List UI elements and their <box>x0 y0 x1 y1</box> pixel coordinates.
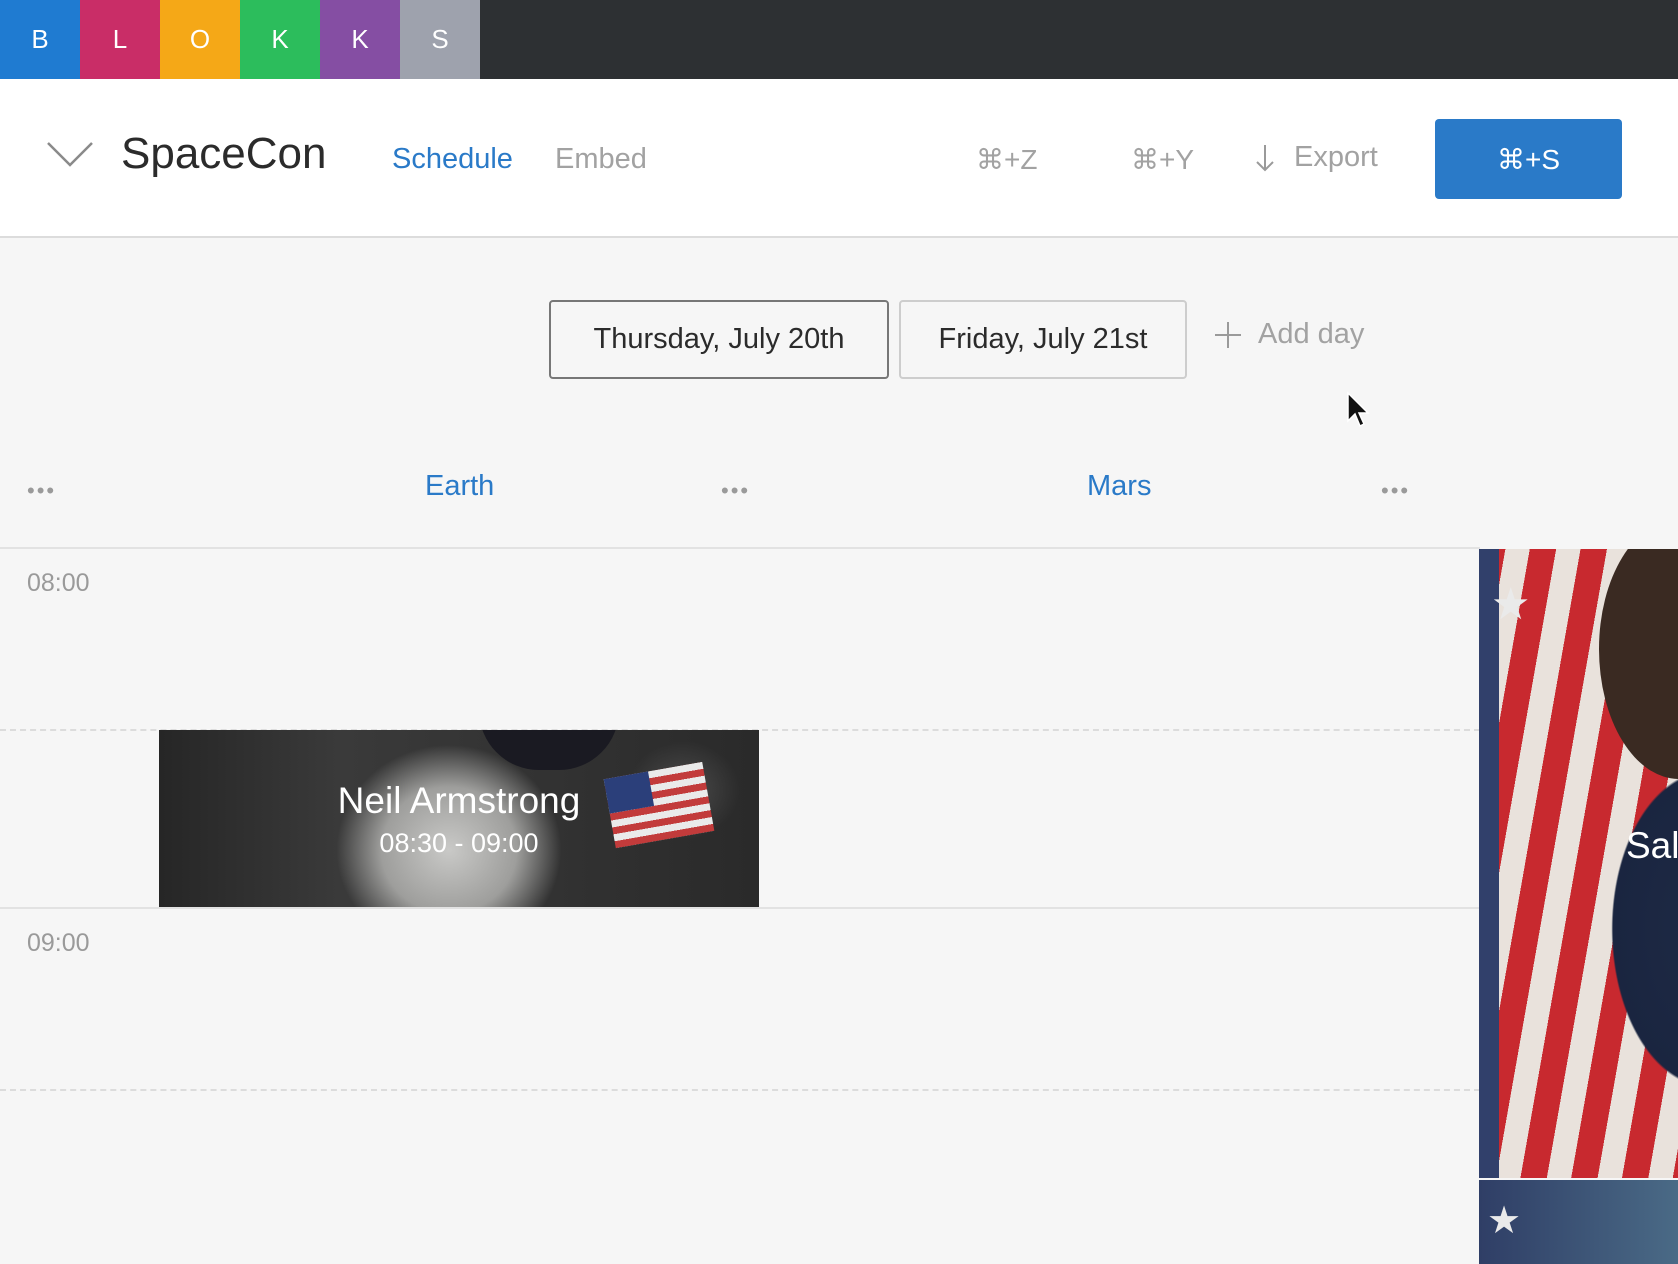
column-title-earth[interactable]: Earth <box>425 470 494 503</box>
page-header: SpaceCon Schedule Embed ⌘+Z ⌘+Y Export ⌘… <box>0 79 1678 238</box>
session-card-neil-armstrong[interactable]: Neil Armstrong 08:30 - 09:00 <box>159 730 759 907</box>
block-tile-b[interactable]: B <box>0 0 80 79</box>
block-tile-k2[interactable]: K <box>320 0 400 79</box>
day-tab-friday[interactable]: Friday, July 21st <box>899 300 1187 379</box>
grid-half-hour-line <box>0 1089 1480 1091</box>
plus-icon <box>1215 321 1241 348</box>
grid-divider <box>0 547 1480 549</box>
column-menu-left[interactable]: ••• <box>27 478 56 504</box>
grid-hour-line <box>0 907 1480 909</box>
block-tile-o[interactable]: O <box>160 0 240 79</box>
add-day-label: Add day <box>1258 318 1365 350</box>
save-button[interactable]: ⌘+S <box>1435 119 1622 199</box>
top-bar: B L O K K S <box>0 0 1678 79</box>
time-label-0800: 08:00 <box>27 569 90 597</box>
star-icon: ★ <box>1491 580 1531 629</box>
mouse-cursor-icon <box>1347 391 1370 428</box>
column-title-mars[interactable]: Mars <box>1087 470 1151 503</box>
tab-embed[interactable]: Embed <box>555 143 647 176</box>
block-letter: K <box>351 24 369 54</box>
add-day-button[interactable]: Add day <box>1214 318 1364 351</box>
time-label-0900: 09:00 <box>27 929 90 957</box>
undo-button[interactable]: ⌘+Z <box>976 143 1037 176</box>
tab-schedule[interactable]: Schedule <box>392 143 513 176</box>
app-root: B L O K K S SpaceCon Schedule Embed ⌘+Z … <box>0 0 1678 1264</box>
photo-collar <box>479 730 619 770</box>
session-card-right-lower[interactable]: ★ <box>1479 1180 1678 1264</box>
chevron-down-icon[interactable] <box>46 137 94 169</box>
arrow-down-icon <box>1256 144 1274 171</box>
block-letter: B <box>31 24 49 54</box>
page-title: SpaceCon <box>121 129 327 178</box>
export-button[interactable]: Export <box>1254 141 1378 174</box>
star-icon: ★ <box>1487 1200 1522 1242</box>
photo-person <box>1599 549 1678 779</box>
session-card-right[interactable]: ★ Sal <box>1479 549 1678 1178</box>
column-menu-mars[interactable]: ••• <box>1381 478 1410 504</box>
block-letter: O <box>189 24 211 54</box>
block-letter: L <box>112 24 128 54</box>
session-speaker-name: Neil Armstrong <box>337 780 581 821</box>
redo-button[interactable]: ⌘+Y <box>1131 143 1194 176</box>
block-tile-l[interactable]: L <box>80 0 160 79</box>
block-letter: K <box>271 24 289 54</box>
block-tile-k[interactable]: K <box>240 0 320 79</box>
session-time: 08:30 - 09:00 <box>379 828 539 858</box>
session-speaker-name: Sal <box>1626 825 1678 866</box>
block-letter: S <box>431 24 449 54</box>
column-menu-earth[interactable]: ••• <box>721 478 750 504</box>
day-tab-thursday[interactable]: Thursday, July 20th <box>549 300 889 379</box>
export-label: Export <box>1294 141 1378 173</box>
block-tile-s[interactable]: S <box>400 0 480 79</box>
